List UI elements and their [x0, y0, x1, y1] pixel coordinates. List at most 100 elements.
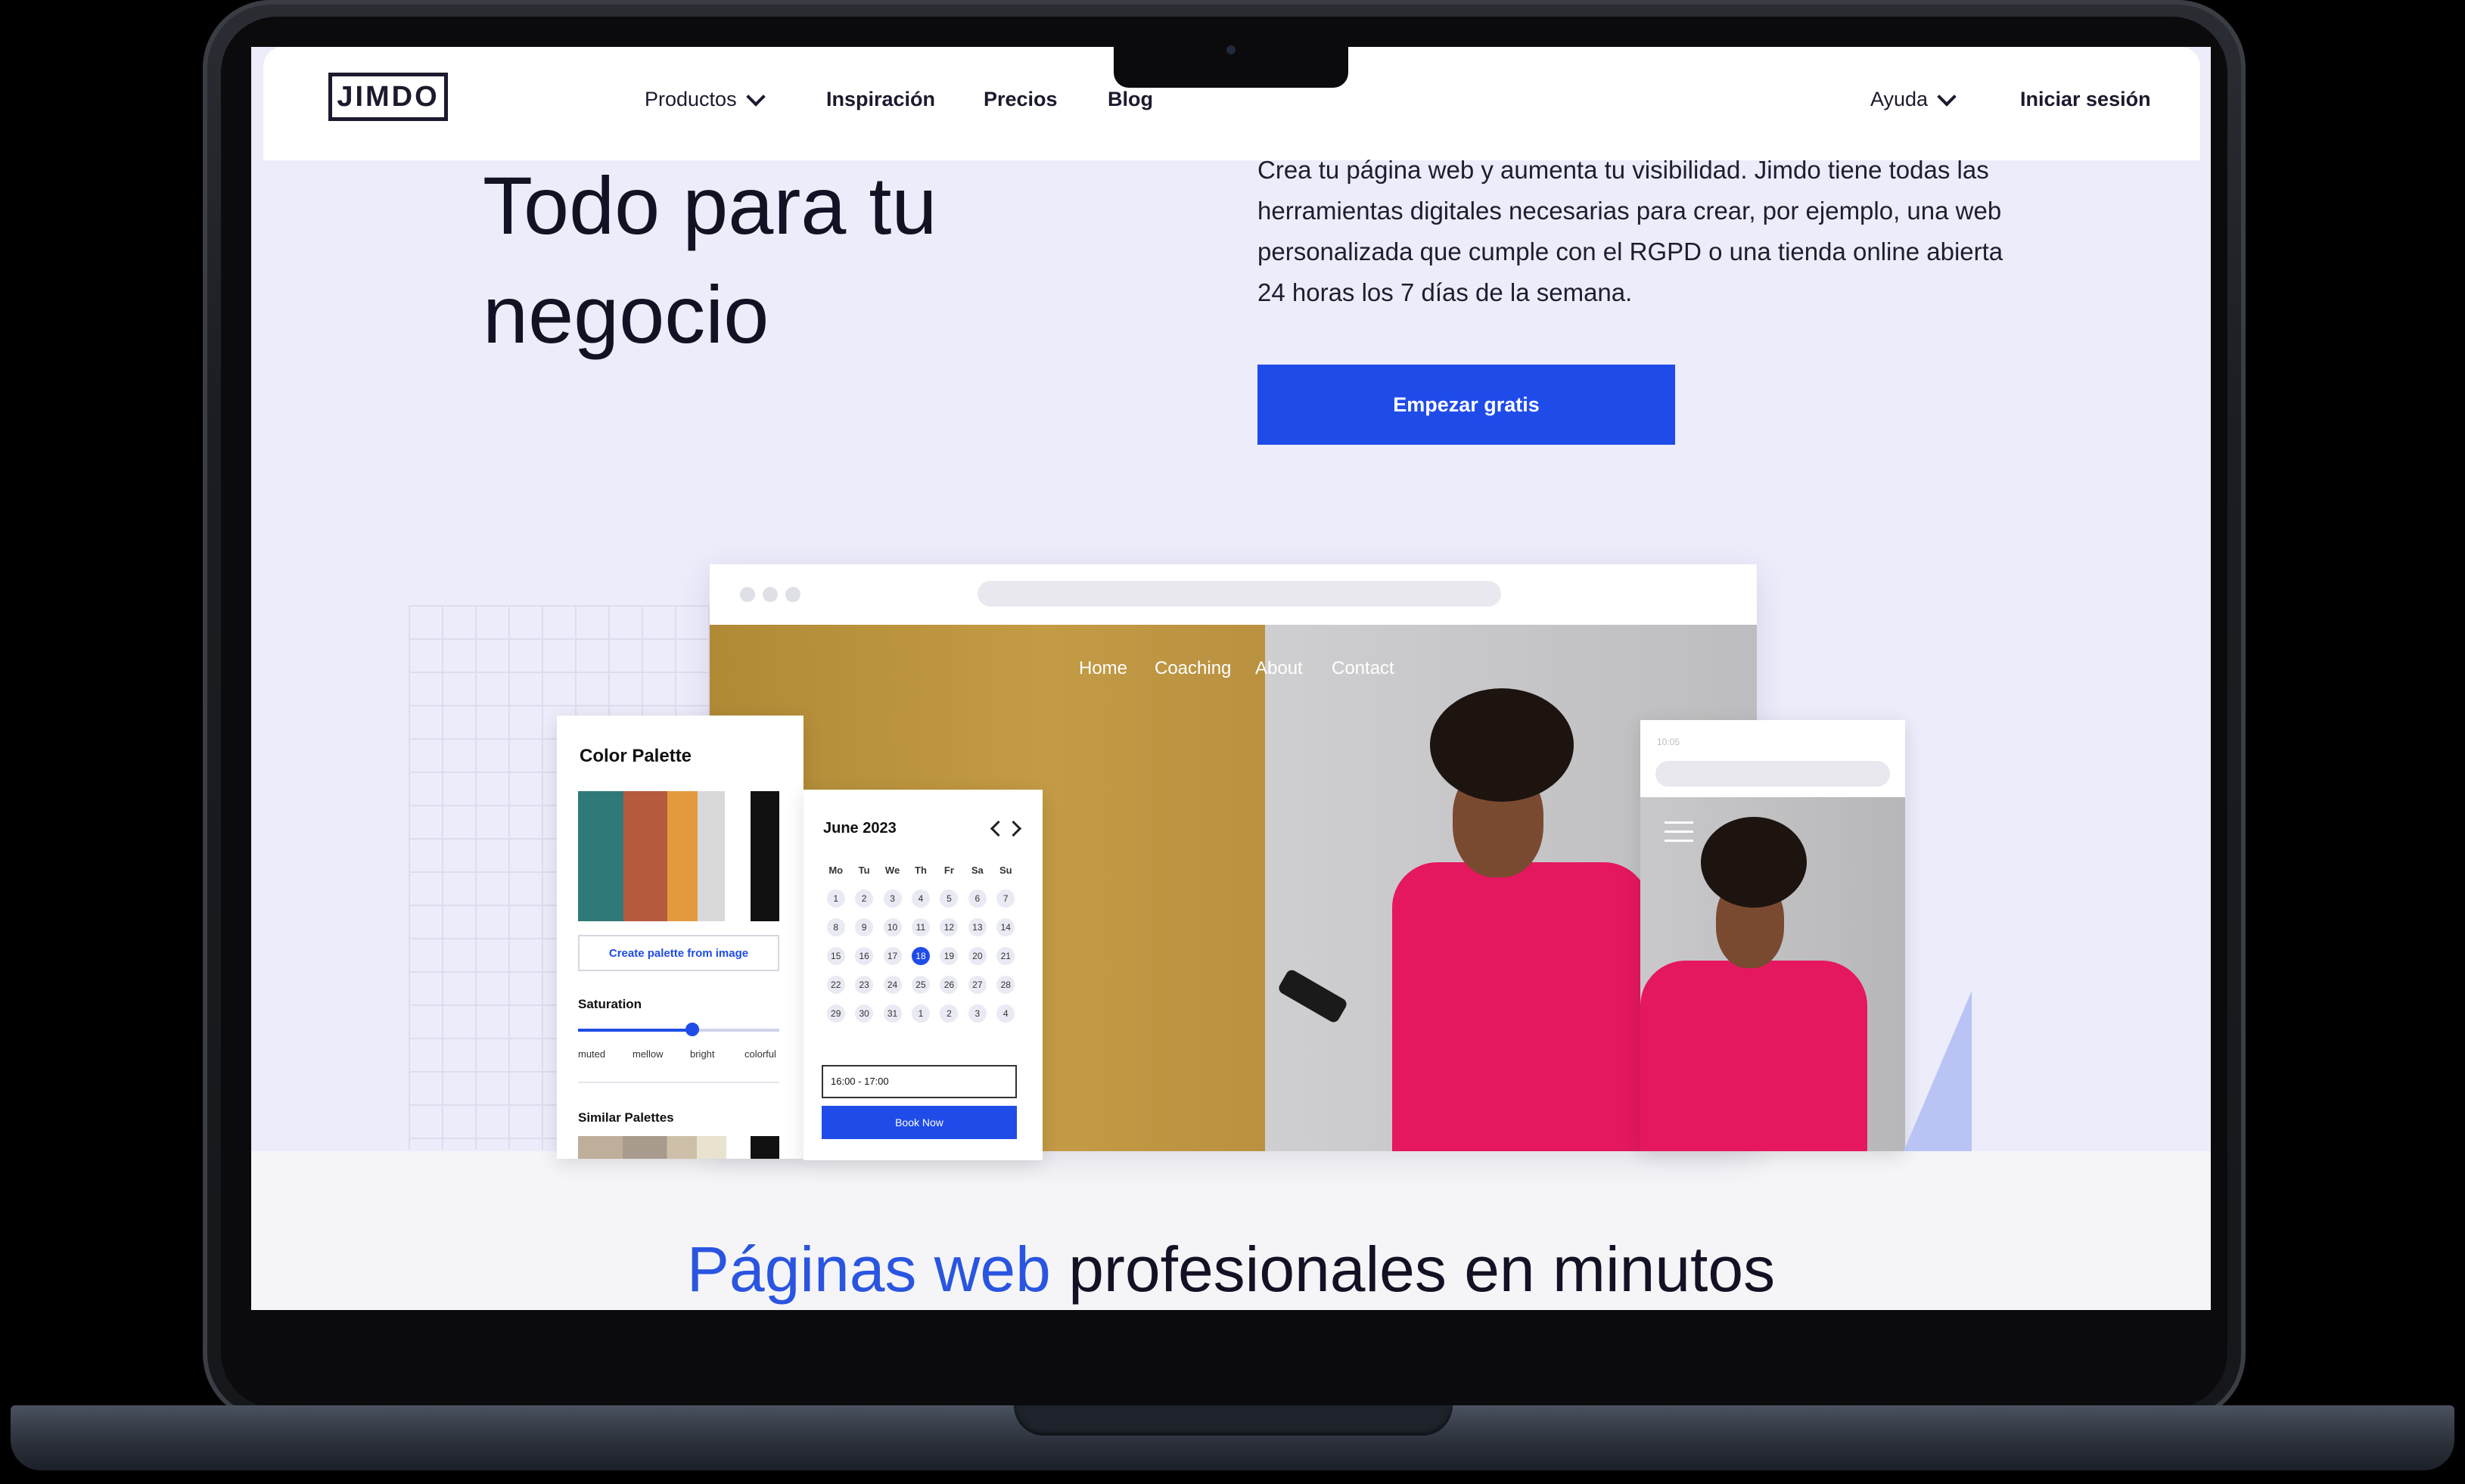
- calendar-day[interactable]: 8: [826, 918, 845, 936]
- calendar-day[interactable]: 28: [996, 976, 1015, 994]
- nav-ayuda[interactable]: Ayuda: [1870, 86, 1957, 111]
- calendar-day[interactable]: 19: [940, 947, 959, 965]
- calendar-day-cell: 17: [878, 947, 906, 965]
- calendar-day-cell: 31: [878, 1004, 906, 1023]
- calendar-day[interactable]: 2: [855, 889, 874, 908]
- similar-palette-swatch[interactable]: [578, 1136, 726, 1159]
- nav-ayuda-label: Ayuda: [1870, 88, 1929, 110]
- calendar-day-cell: 30: [850, 1004, 878, 1023]
- calendar-day-cell: 6: [963, 889, 991, 908]
- laptop-hinge-notch: [1014, 1405, 1453, 1436]
- calendar-day[interactable]: 5: [940, 889, 959, 908]
- calendar-day[interactable]: 20: [968, 947, 987, 965]
- calendar-day-cell: 21: [992, 947, 1020, 965]
- calendar-day-cell: 3: [878, 889, 906, 908]
- calendar-day[interactable]: 14: [996, 918, 1015, 936]
- calendar-day[interactable]: 24: [883, 976, 902, 994]
- calendar-day[interactable]: 23: [855, 976, 874, 994]
- similar-palette-swatch-black[interactable]: [751, 1136, 779, 1159]
- calendar-day[interactable]: 3: [968, 1004, 987, 1023]
- calendar-day[interactable]: 13: [968, 918, 987, 936]
- scale-bright: bright: [690, 1048, 715, 1060]
- calendar-day-cell: 4: [906, 889, 934, 908]
- nav-precios[interactable]: Precios: [984, 88, 1058, 111]
- calendar-day[interactable]: 17: [883, 947, 902, 965]
- calendar-day-cell: 23: [850, 976, 878, 994]
- calendar-day-cell: 19: [935, 947, 963, 965]
- calendar-day[interactable]: 9: [855, 918, 874, 936]
- calendar-day[interactable]: 29: [826, 1004, 845, 1023]
- calendar-day[interactable]: 2: [940, 1004, 959, 1023]
- hero-title-line2: negocio: [483, 269, 769, 360]
- weekday-label: Th: [915, 865, 927, 876]
- calendar-day[interactable]: 25: [911, 976, 930, 994]
- hero-title: Todo para tu negocio: [483, 151, 1164, 369]
- calendar-day-cell: 22: [822, 976, 850, 994]
- decorative-triangle: [1904, 991, 1972, 1151]
- calendar-day[interactable]: 22: [826, 976, 845, 994]
- hero-description: Crea tu página web y aumenta tu visibili…: [1257, 156, 2003, 306]
- window-dot-icon: [785, 587, 800, 602]
- hamburger-menu-icon[interactable]: [1665, 821, 1693, 849]
- jimdo-logo[interactable]: JIMDO: [328, 73, 448, 121]
- login-link[interactable]: Iniciar sesión: [2020, 88, 2151, 111]
- calendar-day-cell: 27: [963, 976, 991, 994]
- calendar-day-cell: 1: [906, 1004, 934, 1023]
- calendar-day[interactable]: 26: [940, 976, 959, 994]
- window-dot-icon: [740, 587, 755, 602]
- calendar-day-cell: 2: [935, 1004, 963, 1023]
- calendar-day[interactable]: 30: [855, 1004, 874, 1023]
- swatch-white[interactable]: [725, 791, 751, 921]
- weekday-label: Mo: [828, 865, 844, 876]
- calendar-day[interactable]: 1: [826, 889, 845, 908]
- start-free-button[interactable]: Empezar gratis: [1257, 365, 1675, 445]
- calendar-day[interactable]: 15: [826, 947, 845, 965]
- book-now-button[interactable]: Book Now: [822, 1106, 1017, 1139]
- calendar-day[interactable]: 12: [940, 918, 959, 936]
- person-shirt-mobile: [1640, 961, 1867, 1151]
- calendar-day-cell: 5: [935, 889, 963, 908]
- saturation-slider-fill: [578, 1029, 693, 1032]
- calendar-day[interactable]: 31: [883, 1004, 902, 1023]
- calendar-grid: Mo Tu We Th Fr Sa Su 1 2 3 4 5 6 7 8 9 10 11 12 13 14 15 16 17 1…: [822, 862, 1020, 1023]
- calendar-day-cell: 25: [906, 976, 934, 994]
- swatch-orange[interactable]: [667, 791, 698, 921]
- swatch-rust[interactable]: [623, 791, 667, 921]
- calendar-day-cell: 8: [822, 918, 850, 936]
- nav-inspiracion[interactable]: Inspiración: [826, 88, 935, 111]
- nav-productos[interactable]: Productos: [645, 86, 766, 111]
- calendar-day[interactable]: 7: [996, 889, 1015, 908]
- scale-mellow: mellow: [633, 1048, 664, 1060]
- nav-blog[interactable]: Blog: [1108, 88, 1153, 111]
- color-palette-title: Color Palette: [580, 746, 692, 766]
- calendar-day[interactable]: 21: [996, 947, 1015, 965]
- saturation-slider-handle[interactable]: [685, 1023, 699, 1036]
- calendar-day[interactable]: 10: [883, 918, 902, 936]
- calendar-day[interactable]: 11: [911, 918, 930, 936]
- section-title: Páginas web profesionales en minutos: [251, 1233, 2211, 1306]
- calendar-day[interactable]: 18: [911, 947, 930, 965]
- url-bar: [978, 581, 1501, 607]
- person-shirt: [1392, 862, 1649, 1151]
- calendar-day-cell: 13: [963, 918, 991, 936]
- calendar-day-cell: 3: [963, 1004, 991, 1023]
- calendar-day[interactable]: 4: [996, 1004, 1015, 1023]
- scale-colorful: colorful: [744, 1048, 776, 1060]
- calendar-day[interactable]: 1: [911, 1004, 930, 1023]
- screen-chin: [251, 1310, 2211, 1345]
- swatch-teal[interactable]: [578, 791, 623, 921]
- swatch-black[interactable]: [751, 791, 779, 921]
- swatch-grey[interactable]: [698, 791, 725, 921]
- calendar-day[interactable]: 4: [911, 889, 930, 908]
- create-palette-button[interactable]: Create palette from image: [578, 935, 779, 971]
- weekday-label: Su: [999, 865, 1012, 876]
- calendar-day[interactable]: 6: [968, 889, 987, 908]
- time-slot-field[interactable]: 16:00 - 17:00: [822, 1065, 1017, 1098]
- calendar-day-cell: 26: [935, 976, 963, 994]
- calendar-day[interactable]: 3: [883, 889, 902, 908]
- calendar-day[interactable]: 16: [855, 947, 874, 965]
- weekday-label: Sa: [971, 865, 984, 876]
- phone-time: 10:05: [1657, 737, 1680, 747]
- calendar-day[interactable]: 27: [968, 976, 987, 994]
- calendar-day-cell: 11: [906, 918, 934, 936]
